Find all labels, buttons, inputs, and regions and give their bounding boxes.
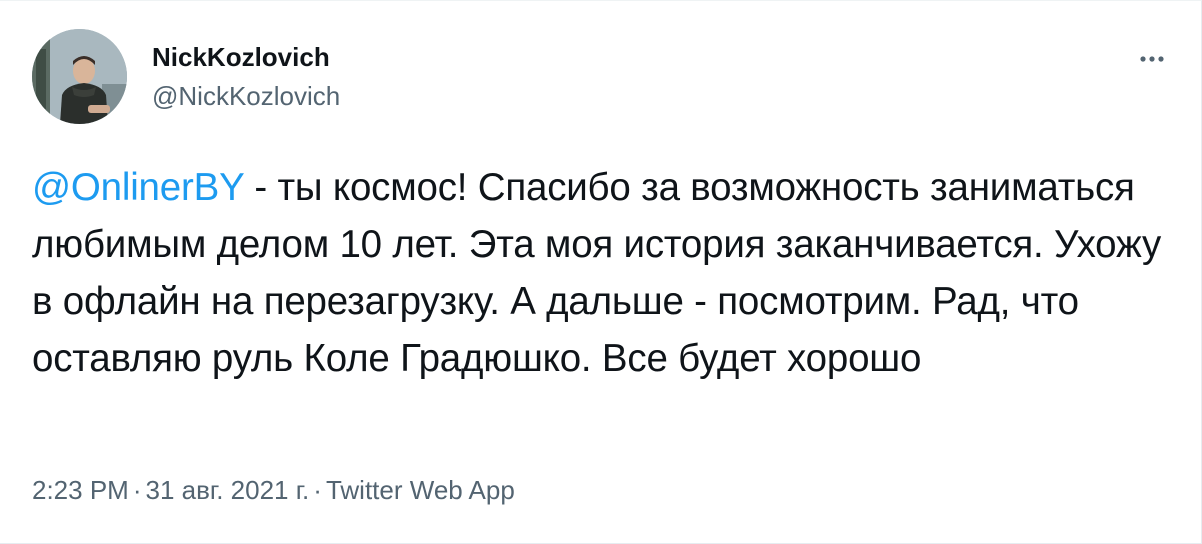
- display-name[interactable]: NickKozlovich: [152, 41, 340, 73]
- avatar[interactable]: [32, 29, 127, 124]
- tweet-source[interactable]: Twitter Web App: [326, 475, 515, 505]
- user-handle[interactable]: @NickKozlovich: [152, 79, 340, 113]
- avatar-photo: [32, 29, 127, 124]
- more-horizontal-icon[interactable]: [1132, 39, 1172, 79]
- tweet-header: NickKozlovich @NickKozlovich: [32, 29, 1172, 129]
- tweet-time[interactable]: 2:23 PM: [32, 475, 129, 505]
- mention-link[interactable]: @OnlinerBY: [32, 166, 244, 209]
- meta-separator: ·: [313, 475, 322, 505]
- tweet-metadata: 2:23 PM · 31 авг. 2021 г. · Twitter Web App: [32, 473, 515, 507]
- author-names: NickKozlovich @NickKozlovich: [152, 41, 340, 113]
- tweet-text: @OnlinerBY - ты космос! Спасибо за возмо…: [32, 159, 1172, 387]
- meta-separator: ·: [132, 475, 142, 505]
- more-dots: [1140, 56, 1164, 62]
- tweet-date[interactable]: 31 авг. 2021 г.: [146, 475, 310, 505]
- tweet-card: NickKozlovich @NickKozlovich @OnlinerBY …: [0, 0, 1202, 544]
